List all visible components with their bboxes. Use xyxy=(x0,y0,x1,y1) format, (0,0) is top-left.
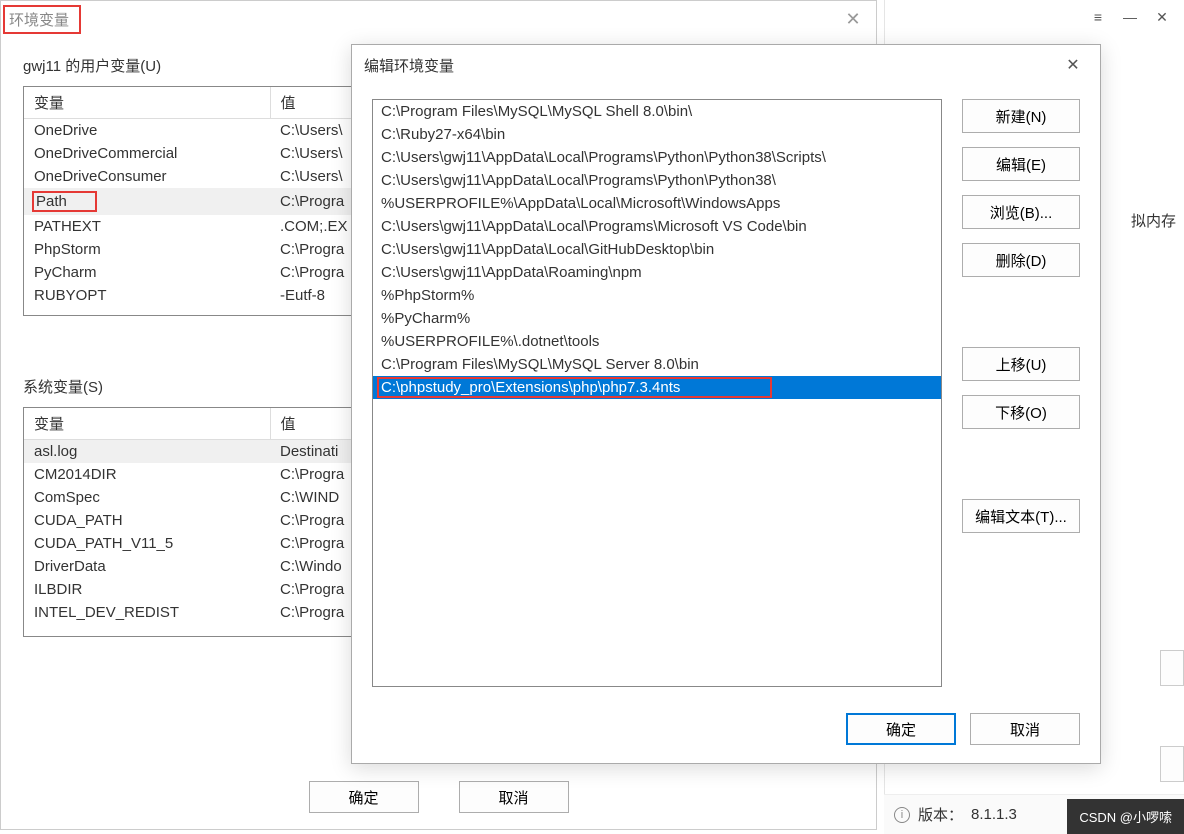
close-icon[interactable]: ✕ xyxy=(1148,3,1176,31)
edit-title-bar: 编辑环境变量 ✕ xyxy=(352,45,1100,85)
bg-button-fragment xyxy=(1160,746,1184,782)
edit-dialog-title: 编辑环境变量 xyxy=(364,55,454,76)
edit-text-button[interactable]: 编辑文本(T)... xyxy=(962,499,1080,533)
path-item[interactable]: C:\Ruby27-x64\bin xyxy=(373,123,941,146)
move-up-button[interactable]: 上移(U) xyxy=(962,347,1080,381)
path-item[interactable]: C:\Users\gwj11\AppData\Local\Programs\Py… xyxy=(373,146,941,169)
watermark: CSDN @小啰嗦 xyxy=(1067,799,1184,834)
delete-button[interactable]: 删除(D) xyxy=(962,243,1080,277)
path-item[interactable]: C:\Program Files\MySQL\MySQL Server 8.0\… xyxy=(373,353,941,376)
info-icon: i xyxy=(894,807,910,823)
background-text: 拟内存 xyxy=(1131,210,1176,231)
path-item[interactable]: %PhpStorm% xyxy=(373,284,941,307)
path-item[interactable]: %USERPROFILE%\.dotnet\tools xyxy=(373,330,941,353)
bg-button-fragment xyxy=(1160,650,1184,686)
edit-ok-button[interactable]: 确定 xyxy=(846,713,956,745)
version-label: 版本： xyxy=(918,804,963,825)
version-value: 8.1.1.3 xyxy=(971,806,1017,823)
edit-cancel-button[interactable]: 取消 xyxy=(970,713,1080,745)
move-down-button[interactable]: 下移(O) xyxy=(962,395,1080,429)
menu-icon[interactable]: ≡ xyxy=(1084,3,1112,31)
new-button[interactable]: 新建(N) xyxy=(962,99,1080,133)
path-item[interactable]: C:\Users\gwj11\AppData\Roaming\npm xyxy=(373,261,941,284)
browse-button[interactable]: 浏览(B)... xyxy=(962,195,1080,229)
edit-env-var-dialog: 编辑环境变量 ✕ C:\Program Files\MySQL\MySQL Sh… xyxy=(351,44,1101,764)
edit-button[interactable]: 编辑(E) xyxy=(962,147,1080,181)
background-footer: i 版本： 8.1.1.3 CSDN @小啰嗦 xyxy=(884,794,1184,834)
path-item[interactable]: %USERPROFILE%\AppData\Local\Microsoft\Wi… xyxy=(373,192,941,215)
env-close-button[interactable]: ✕ xyxy=(838,5,868,33)
env-title-bar: 环境变量 xyxy=(1,1,876,37)
background-titlebar: ≡ — ✕ xyxy=(884,0,1184,34)
side-buttons: 新建(N) 编辑(E) 浏览(B)... 删除(D) 上移(U) 下移(O) 编… xyxy=(962,99,1080,687)
path-item[interactable]: C:\Users\gwj11\AppData\Local\Programs\Mi… xyxy=(373,215,941,238)
env-window-title: 环境变量 xyxy=(3,5,81,34)
path-item[interactable]: C:\Program Files\MySQL\MySQL Shell 8.0\b… xyxy=(373,100,941,123)
path-item[interactable]: C:\Users\gwj11\AppData\Local\GitHubDeskt… xyxy=(373,238,941,261)
edit-footer: 确定 取消 xyxy=(846,713,1080,745)
path-item[interactable]: C:\Users\gwj11\AppData\Local\Programs\Py… xyxy=(373,169,941,192)
path-list[interactable]: C:\Program Files\MySQL\MySQL Shell 8.0\b… xyxy=(372,99,942,687)
col-variable[interactable]: 变量 xyxy=(24,408,270,440)
env-ok-button[interactable]: 确定 xyxy=(309,781,419,813)
edit-close-button[interactable]: ✕ xyxy=(1058,51,1088,79)
env-main-buttons: 确定 取消 xyxy=(1,781,876,813)
col-variable[interactable]: 变量 xyxy=(24,87,270,119)
path-item[interactable]: %PyCharm% xyxy=(373,307,941,330)
env-cancel-button[interactable]: 取消 xyxy=(459,781,569,813)
path-item-selected[interactable]: C:\phpstudy_pro\Extensions\php\php7.3.4n… xyxy=(373,376,941,399)
minimize-icon[interactable]: — xyxy=(1116,3,1144,31)
